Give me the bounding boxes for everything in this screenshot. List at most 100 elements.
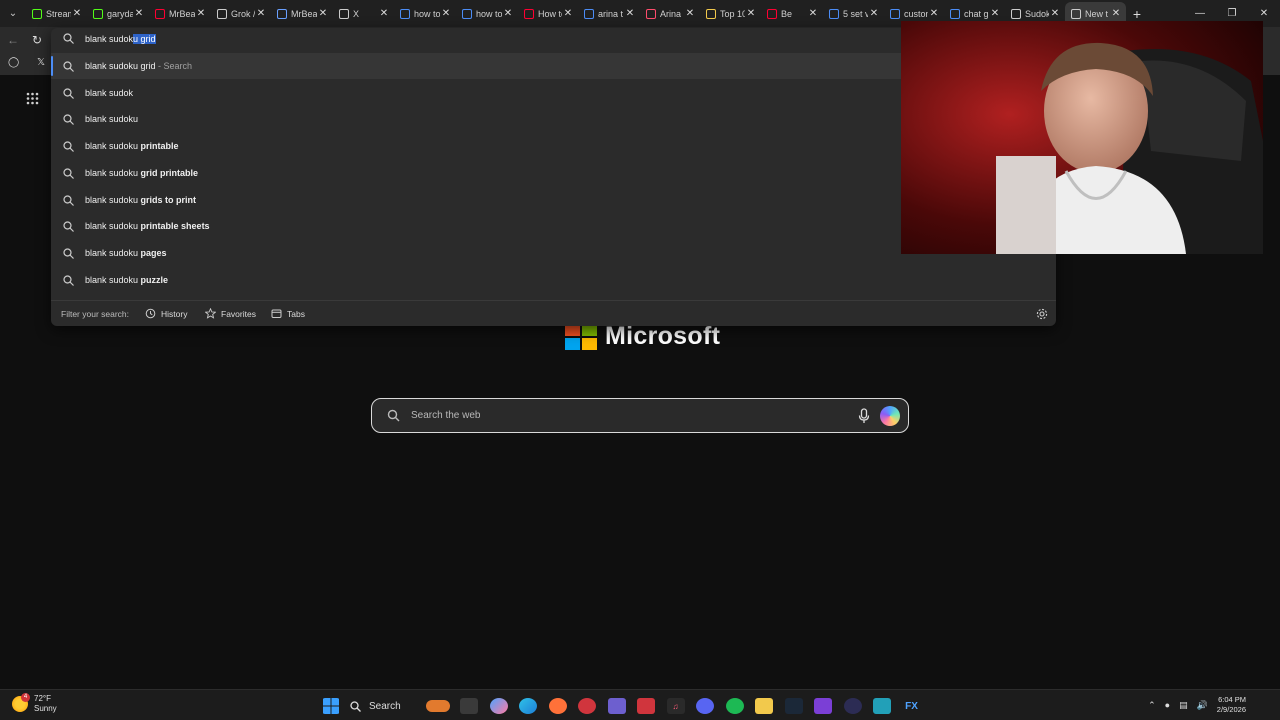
back-icon[interactable]: ←	[5, 32, 21, 48]
copilot-icon[interactable]	[880, 406, 900, 426]
search-icon	[387, 409, 400, 422]
tab-12[interactable]: Be ✕	[761, 2, 823, 26]
tab-label: Stream	[46, 8, 71, 19]
tab-close-icon[interactable]: ✕	[989, 8, 1001, 19]
filter-history-button[interactable]: History	[145, 308, 187, 319]
youtube-icon	[155, 8, 165, 19]
close-window-icon[interactable]: ✕	[1248, 8, 1280, 19]
tab-close-icon[interactable]: ✕	[1049, 8, 1061, 19]
news-icon	[706, 8, 716, 19]
tab-close-icon[interactable]: ✕	[255, 8, 267, 19]
tab-9[interactable]: arina t ✕	[578, 2, 640, 26]
copilot-taskbar-icon[interactable]	[489, 698, 508, 714]
suggestion-prefix: blank sudoku	[85, 221, 141, 232]
settings-gear-icon[interactable]	[1036, 308, 1048, 320]
favorites-item-icon[interactable]: ◯	[8, 57, 19, 68]
tab-label: MrBea	[169, 8, 195, 19]
app-icon[interactable]	[607, 698, 626, 714]
tab-close-icon[interactable]: ✕	[684, 8, 696, 19]
restore-icon[interactable]: ❐	[1216, 8, 1248, 19]
filter-tabs-button[interactable]: Tabs	[271, 308, 305, 319]
tab-close-icon[interactable]: ✕	[868, 8, 880, 19]
itunes-icon[interactable]: ♫	[666, 698, 685, 714]
x-favorite-icon[interactable]: 𝕏	[37, 57, 45, 68]
filter-history-label: History	[161, 308, 188, 319]
new-tab-button[interactable]: +	[1126, 6, 1148, 22]
tab-close-icon[interactable]: ✕	[133, 8, 145, 19]
tab-10[interactable]: Arina ✕	[640, 2, 700, 26]
tray-mic-icon[interactable]: ●	[1165, 700, 1170, 710]
search-icon	[63, 221, 74, 233]
suggestion-text: blank sudoku	[85, 114, 138, 124]
tab-close-icon[interactable]: ✕	[440, 8, 452, 19]
video-editor-icon[interactable]	[814, 698, 832, 714]
tab-11[interactable]: Top 10 ✕	[700, 2, 761, 26]
tab-close-icon[interactable]: ✕	[1110, 8, 1122, 19]
tab-0[interactable]: Stream✕	[26, 2, 87, 26]
tab-close-icon[interactable]: ✕	[807, 8, 819, 19]
tab-close-icon[interactable]: ✕	[624, 8, 636, 19]
microphone-icon[interactable]	[858, 408, 870, 424]
tab-close-icon[interactable]: ✕	[928, 8, 940, 19]
network-icon[interactable]: ▤	[1179, 700, 1188, 711]
tab-close-icon[interactable]: ✕	[71, 8, 83, 19]
tab-1[interactable]: garyda ✕	[87, 2, 149, 26]
web-search-box[interactable]: Search the web	[371, 398, 909, 433]
spotify-icon[interactable]	[725, 698, 744, 714]
windows-start-icon[interactable]	[322, 698, 340, 714]
search-icon	[890, 8, 900, 19]
refresh-icon[interactable]: ↻	[29, 32, 45, 48]
filter-bar: Filter your search: History Favorites Ta…	[51, 300, 1056, 326]
tab-close-icon[interactable]: ✕	[502, 8, 514, 19]
app-dark-icon[interactable]	[843, 698, 862, 714]
search-icon	[63, 141, 74, 153]
app-launcher-icon[interactable]	[26, 92, 39, 105]
suggestion-text: blank sudoku printable sheets	[85, 221, 210, 231]
tab-6[interactable]: how to ✕	[394, 2, 456, 26]
filter-tabs-label: Tabs	[287, 308, 305, 319]
volume-icon[interactable]: 🔊	[1197, 700, 1208, 711]
clock[interactable]: 6:04 PM 2/9/2026	[1217, 695, 1246, 715]
suggestion-completion: grid printable	[140, 167, 199, 178]
weather-widget[interactable]: 4 72°F Sunny	[12, 693, 57, 714]
tab-close-icon[interactable]: ✕	[195, 8, 207, 19]
steam-icon[interactable]	[784, 698, 803, 714]
search-icon	[400, 8, 410, 19]
firefox-icon[interactable]	[548, 698, 567, 714]
tab-close-icon[interactable]: ✕	[562, 8, 574, 19]
tab-close-icon[interactable]: ✕	[317, 8, 329, 19]
suggestion-item[interactable]: blank sudoku puzzle	[51, 267, 1056, 293]
app-teal-icon[interactable]	[873, 698, 891, 714]
tab-7[interactable]: how to ✕	[456, 2, 518, 26]
edge-icon[interactable]	[519, 698, 537, 714]
filter-favorites-button[interactable]: Favorites	[205, 308, 256, 319]
fx-app-icon[interactable]: FX	[903, 698, 921, 714]
app-red-icon[interactable]	[637, 698, 655, 714]
tab-2[interactable]: MrBea ✕	[149, 2, 211, 26]
tab-3[interactable]: Grok / ✕	[211, 2, 271, 26]
search-highlight-icon	[426, 700, 450, 712]
tab-label: Arina	[660, 8, 682, 19]
minimize-icon[interactable]: —	[1184, 8, 1216, 19]
taskbar-search[interactable]: Search	[350, 696, 450, 716]
obs-icon[interactable]	[578, 698, 596, 714]
file-explorer-icon[interactable]	[755, 698, 773, 714]
tab-8[interactable]: How to✕	[518, 2, 578, 26]
tab-4[interactable]: MrBea ✕	[271, 2, 333, 26]
sun-icon: 4	[12, 693, 30, 712]
kick-icon	[93, 8, 103, 19]
star-icon	[205, 308, 216, 319]
tray-overflow-icon[interactable]: ⌃	[1148, 700, 1156, 711]
tab-label: how to	[414, 8, 440, 19]
tabs-icon	[271, 309, 282, 318]
tab-close-icon[interactable]: ✕	[745, 8, 757, 19]
task-view-icon[interactable]	[460, 698, 478, 714]
tab-5[interactable]: X ✕	[333, 2, 394, 26]
tab-label: How to	[538, 8, 562, 19]
tab-close-icon[interactable]: ✕	[378, 8, 390, 19]
weather-badge: 4	[21, 693, 30, 702]
discord-icon[interactable]	[696, 698, 714, 714]
tab-actions-menu-icon[interactable]: ⌄	[0, 0, 26, 27]
suggestion-text: blank sudoku printable	[85, 141, 179, 151]
tab-13[interactable]: 5 set v ✕	[823, 2, 884, 26]
